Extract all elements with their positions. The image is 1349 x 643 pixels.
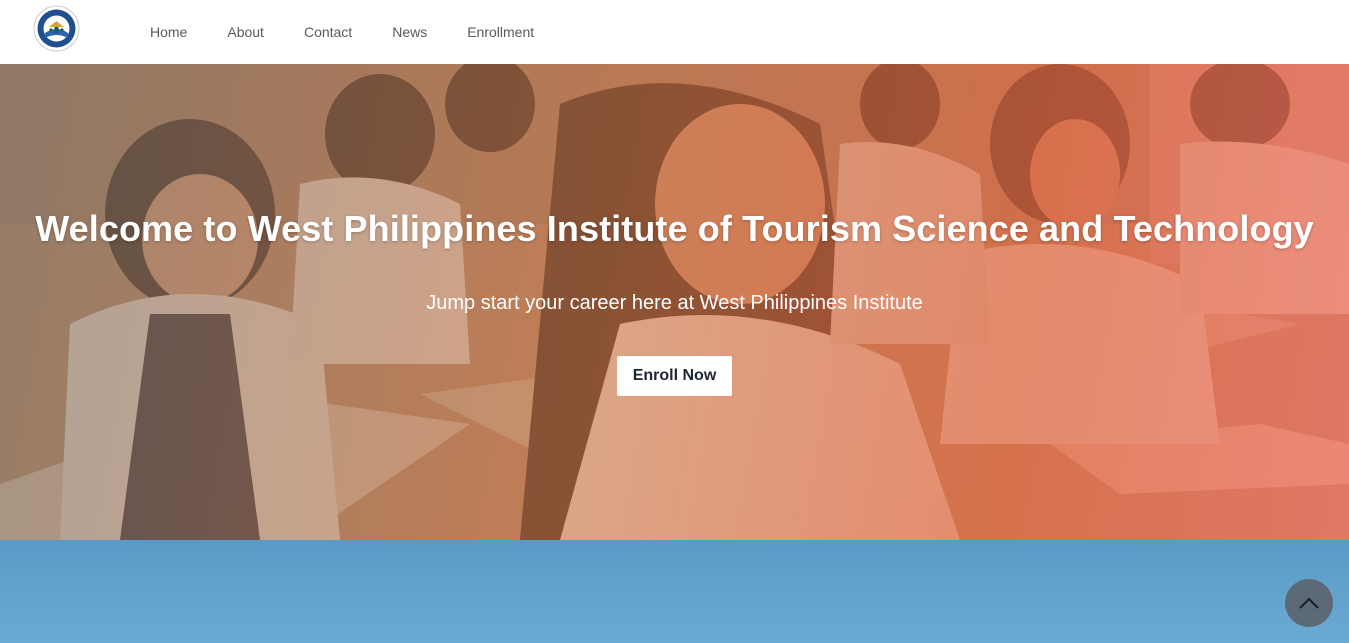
hero-content: Welcome to West Philippines Institute of… [0,64,1349,540]
next-section [0,540,1349,643]
scroll-to-top-button[interactable] [1285,579,1333,627]
hero-subtitle: Jump start your career here at West Phil… [426,292,923,314]
nav-link-about[interactable]: About [207,0,284,64]
nav-link-home[interactable]: Home [130,0,207,64]
hero-banner: Welcome to West Philippines Institute of… [0,64,1349,540]
chevron-up-icon [1299,597,1319,609]
nav-link-enrollment[interactable]: Enrollment [447,0,554,64]
top-navbar: Home About Contact News Enrollment [0,0,1349,64]
nav-menu: Home About Contact News Enrollment [130,0,554,64]
enroll-now-button[interactable]: Enroll Now [617,356,732,396]
hero-title: Welcome to West Philippines Institute of… [35,208,1314,249]
nav-link-contact[interactable]: Contact [284,0,372,64]
school-seal-logo[interactable] [33,5,80,52]
nav-link-news[interactable]: News [372,0,447,64]
